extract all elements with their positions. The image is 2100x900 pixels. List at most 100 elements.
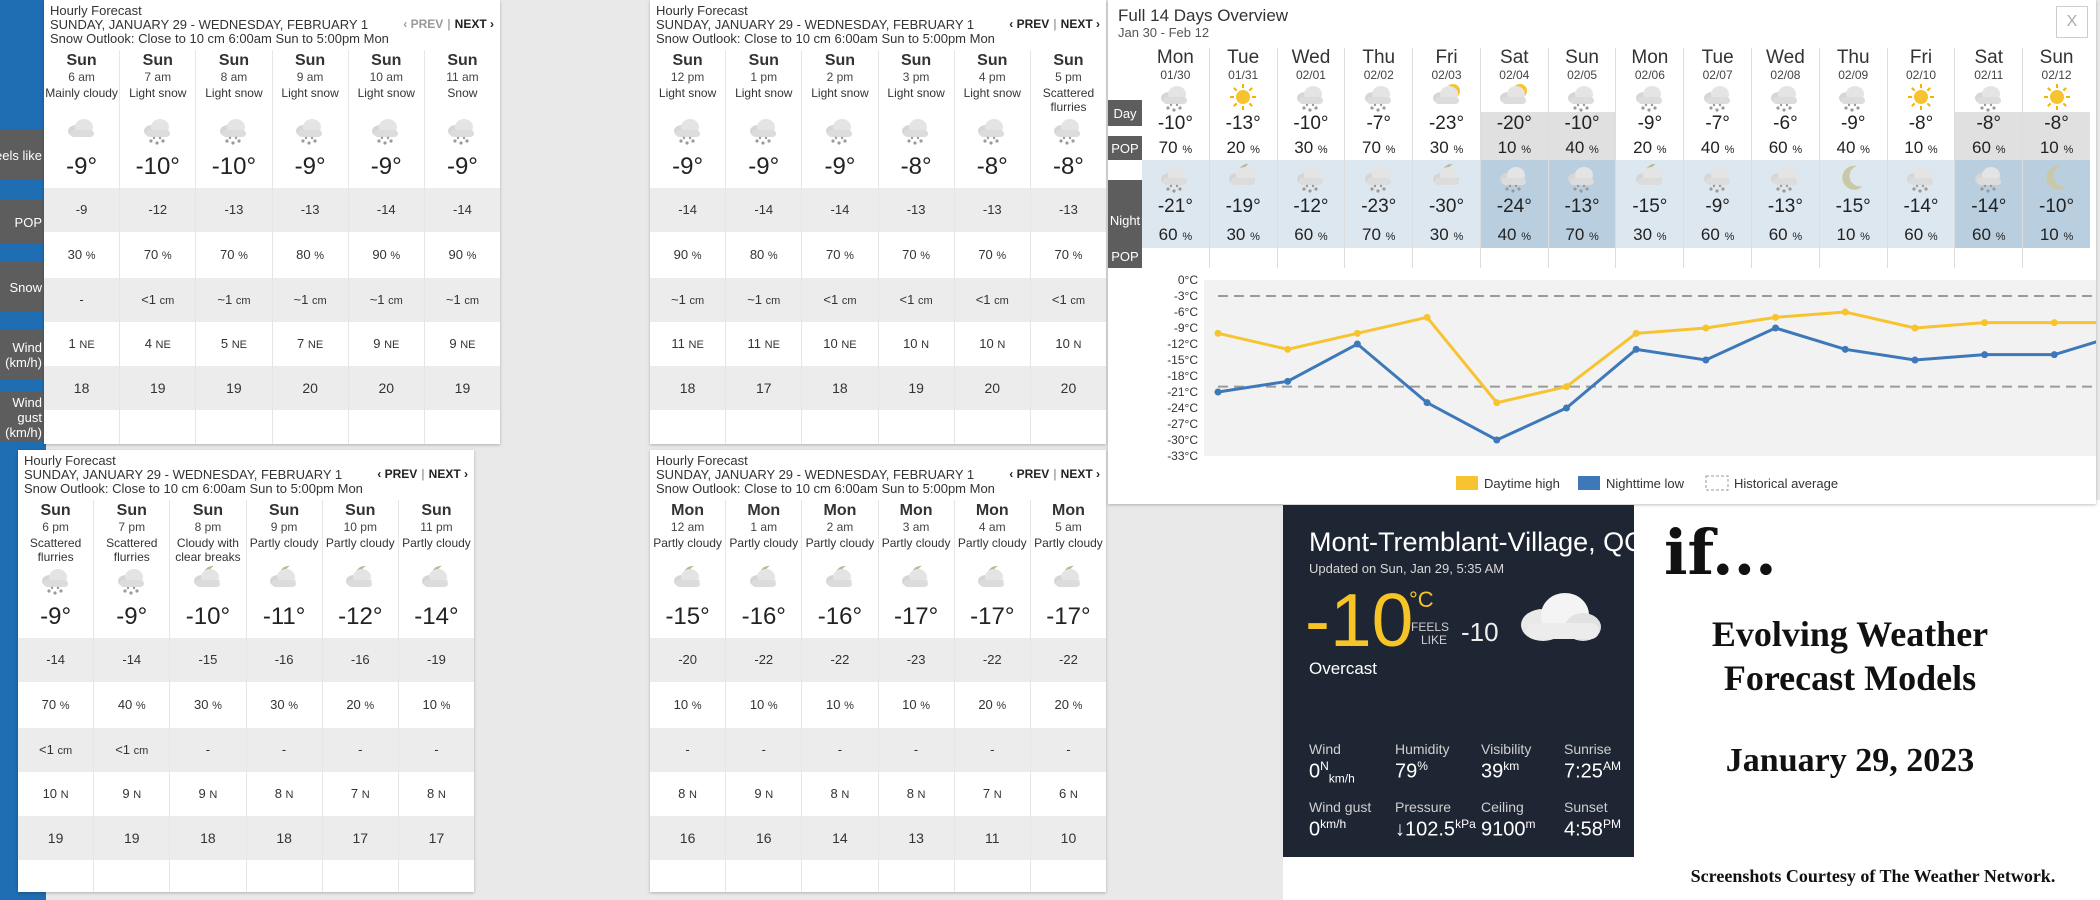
hour-day: Sun	[142, 52, 173, 69]
location-name: Mont-Tremblant-Village, QC	[1309, 527, 1644, 557]
next-button[interactable]: NEXT ›	[1061, 467, 1100, 481]
hour-temp: -8°	[900, 153, 932, 180]
moon-cloud-icon	[1031, 558, 1106, 602]
sunrise-ampm: AM	[1602, 759, 1621, 773]
snow-value: -	[990, 742, 995, 757]
snow-outlook: Snow Outlook: Close to 10 cm 6:00am Sun …	[656, 481, 995, 496]
hour-snow: -	[802, 728, 878, 772]
hour-feels-like: -12	[120, 188, 196, 232]
label-feels-like: Feels like	[0, 130, 45, 180]
prev-button[interactable]: ‹ PREV	[403, 17, 443, 31]
overview-night-pop: 40 %	[1480, 222, 1548, 248]
snow-icon	[94, 558, 169, 602]
close-button[interactable]: X	[2056, 6, 2088, 38]
hour-pop: 10 %	[802, 682, 878, 728]
hour-time: 10 pm	[343, 520, 377, 534]
hour-pop: 40 %	[94, 682, 170, 728]
hour-header: Sun 3 pm Light snow	[879, 50, 954, 108]
hour-day: Sun	[421, 502, 452, 519]
snow-value: <1	[39, 742, 54, 757]
daytime-high-point	[1353, 329, 1361, 337]
moon-cloud-icon	[247, 558, 322, 602]
snow-icon	[726, 108, 801, 152]
prev-button[interactable]: ‹ PREV	[1009, 17, 1049, 31]
day-pop-value: 30	[1294, 138, 1314, 157]
hour-gust: 20	[954, 366, 1030, 410]
hour-header: Mon 1 am Partly cloudy	[726, 500, 801, 558]
overview-low: -24°	[1496, 196, 1532, 217]
nighttime-low-point	[1493, 436, 1501, 444]
prev-button[interactable]: ‹ PREV	[1009, 467, 1049, 481]
wind-speed: 5	[220, 336, 229, 351]
hour-pop: 70 %	[1030, 232, 1106, 278]
hour-pop: 90 %	[650, 232, 726, 278]
snow-icon	[1291, 160, 1331, 196]
overview-high: -9°	[1840, 113, 1866, 134]
night-pop-value: 60	[1294, 225, 1314, 244]
overview-pop-label: POP	[1108, 136, 1142, 160]
pressure-label: Pressure	[1395, 799, 1452, 815]
snow-unit: cm	[689, 295, 705, 307]
daytime-high-point	[1284, 345, 1292, 353]
hour-day: Sun	[192, 502, 224, 519]
next-button[interactable]: NEXT ›	[429, 467, 468, 481]
hour-column: Mon 1 am Partly cloudy -16° -22 10 % -9 N 16	[726, 500, 803, 892]
wind-direction: NE	[384, 339, 400, 351]
next-button[interactable]: NEXT ›	[455, 17, 494, 31]
overview-date: 02/07	[1702, 68, 1733, 82]
hour-temp: -12°	[338, 603, 383, 630]
gust-value: 0km/h	[1309, 817, 1346, 842]
hour-wind: 5 NE	[196, 322, 272, 366]
night-pop-value: 70	[1565, 225, 1585, 244]
hour-time: 2 am	[826, 520, 854, 534]
pager: ‹ PREV | NEXT ›	[377, 467, 468, 481]
hour-feels-like: -22	[802, 638, 878, 682]
hour-wind: 7 N	[954, 772, 1030, 816]
humidity-unit: %	[1417, 759, 1428, 773]
hour-day: Mon	[671, 502, 705, 519]
label-text: Wind (km/h)	[5, 340, 42, 370]
hour-column: Sun 1 pm Light snow -9° -14 80 % ~1 cm 11 NE 17	[726, 50, 803, 444]
next-button[interactable]: NEXT ›	[1061, 17, 1100, 31]
hour-column: Sun 11 pm Partly cloudy -14° -19 10 % -8 N 17	[398, 500, 474, 892]
hour-header: Sun 4 pm Light snow	[955, 50, 1030, 108]
panel-title: Hourly Forecast	[656, 3, 748, 18]
hour-gust: 19	[424, 366, 500, 410]
hour-feels-like: -16	[246, 638, 322, 682]
overview-night-pop: 60 %	[1684, 222, 1752, 248]
night-pop-value: 60	[1700, 225, 1720, 244]
overview-night-pop-label: POP	[1108, 244, 1142, 268]
overview-high: -9°	[1637, 113, 1663, 134]
hour-temp: -17°	[970, 603, 1015, 630]
nighttime-low-point	[1632, 345, 1640, 353]
overview-day-pop: 30 %	[1429, 138, 1464, 157]
hour-column: Sun 10 pm Partly cloudy -12° -16 20 % -7 N 17	[322, 500, 399, 892]
hour-header: Sun 6 pm Scattered flurries	[18, 500, 93, 564]
overview-night: -19°	[1209, 160, 1277, 222]
prev-button[interactable]: ‹ PREV	[377, 467, 417, 481]
hour-temp: -15°	[665, 603, 710, 630]
snow-icon	[1031, 108, 1106, 152]
hour-header: Mon 12 am Partly cloudy	[650, 500, 725, 558]
hour-condition: Light snow	[735, 86, 793, 100]
overview-date: 01/30	[1160, 68, 1191, 82]
overview-day-pop: 10 %	[1904, 138, 1938, 157]
pop-value: 30	[67, 247, 83, 262]
night-pop-value: 10	[1836, 225, 1856, 244]
overview-low: -14°	[1903, 196, 1939, 217]
caption-title: Evolving Weather Forecast Models	[1680, 612, 2020, 700]
overview-range: Jan 30 - Feb 12	[1118, 25, 1210, 40]
hour-day: Sun	[268, 502, 300, 519]
ceiling-label: Ceiling	[1481, 799, 1524, 815]
overview-low: -13°	[1767, 196, 1803, 217]
overview-date: 01/31	[1228, 68, 1259, 82]
hour-wind: 7 N	[322, 772, 398, 816]
pop-value: 20	[978, 697, 993, 712]
overview-day-pop: 20 %	[1633, 138, 1667, 157]
overview-day-column: Thu 02/09 -9° 40 % -15° 10 %	[1819, 48, 1888, 268]
snow-icon	[802, 108, 877, 152]
wind-direction: NE	[460, 339, 476, 351]
hour-pop: 20 %	[322, 682, 398, 728]
pop-value: 90	[448, 247, 463, 262]
pop-value: 70	[825, 247, 841, 262]
